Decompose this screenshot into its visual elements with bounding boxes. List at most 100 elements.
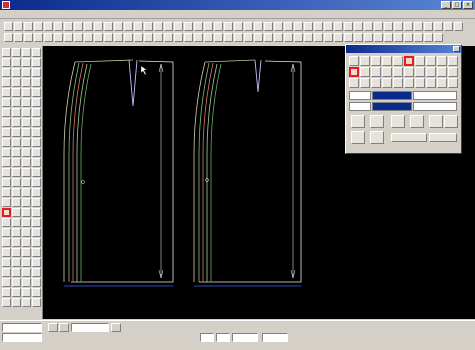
palette-option-4[interactable] xyxy=(370,131,384,144)
tool-icon[interactable] xyxy=(64,33,73,42)
palette-option-7[interactable] xyxy=(429,115,443,128)
tool-icon[interactable] xyxy=(32,158,41,167)
tool-icon[interactable] xyxy=(4,22,13,31)
tool-icon[interactable] xyxy=(393,56,403,66)
tool-icon[interactable] xyxy=(12,268,21,277)
tool-icon[interactable] xyxy=(2,158,11,167)
tool-icon[interactable] xyxy=(22,298,31,307)
pattern-piece-back[interactable] xyxy=(63,59,174,287)
tool-icon[interactable] xyxy=(12,258,21,267)
tool-icon[interactable] xyxy=(234,33,243,42)
tool-icon[interactable] xyxy=(84,33,93,42)
tool-icon[interactable] xyxy=(2,88,11,97)
tool-icon[interactable] xyxy=(344,33,353,42)
tool-icon[interactable] xyxy=(164,22,173,31)
tool-icon[interactable] xyxy=(12,118,21,127)
tool-icon[interactable] xyxy=(32,298,41,307)
tool-icon[interactable] xyxy=(284,22,293,31)
tool-icon[interactable] xyxy=(124,33,133,42)
tool-icon[interactable] xyxy=(24,33,33,42)
tool-icon[interactable] xyxy=(22,188,31,197)
tool-icon[interactable] xyxy=(22,238,31,247)
tool-icon[interactable] xyxy=(424,22,433,31)
tool-icon[interactable] xyxy=(314,22,323,31)
tool-icon[interactable] xyxy=(54,33,63,42)
tool-icon[interactable] xyxy=(437,67,447,77)
tool-icon[interactable] xyxy=(94,33,103,42)
tool-icon[interactable] xyxy=(22,248,31,257)
tool-icon[interactable] xyxy=(354,33,363,42)
select-tool-icon[interactable] xyxy=(2,208,11,217)
tool-icon[interactable] xyxy=(364,33,373,42)
palette-option-6[interactable] xyxy=(410,115,424,128)
tool-icon[interactable] xyxy=(324,22,333,31)
tool-icon[interactable] xyxy=(22,98,31,107)
tool-icon[interactable] xyxy=(2,98,11,107)
tool-icon[interactable] xyxy=(382,67,392,77)
tool-icon[interactable] xyxy=(334,22,343,31)
status-button-2[interactable] xyxy=(59,323,69,332)
tool-icon[interactable] xyxy=(371,78,381,88)
tool-icon[interactable] xyxy=(371,56,381,66)
tool-icon[interactable] xyxy=(32,278,41,287)
tool-icon[interactable] xyxy=(274,33,283,42)
tool-icon[interactable] xyxy=(184,22,193,31)
tool-icon[interactable] xyxy=(2,248,11,257)
tool-icon[interactable] xyxy=(134,22,143,31)
tool-icon[interactable] xyxy=(426,78,436,88)
tool-icon[interactable] xyxy=(32,238,41,247)
tool-icon[interactable] xyxy=(2,138,11,147)
tool-icon[interactable] xyxy=(12,218,21,227)
tool-icon[interactable] xyxy=(12,108,21,117)
tool-icon[interactable] xyxy=(32,68,41,77)
tool-icon[interactable] xyxy=(144,22,153,31)
tool-icon[interactable] xyxy=(32,148,41,157)
tool-icon[interactable] xyxy=(32,218,41,227)
tool-icon[interactable] xyxy=(2,78,11,87)
tool-icon[interactable] xyxy=(264,33,273,42)
tool-icon[interactable] xyxy=(22,268,31,277)
tool-icon[interactable] xyxy=(34,33,43,42)
tool-icon[interactable] xyxy=(2,58,11,67)
pattern-piece-front[interactable] xyxy=(193,59,302,287)
tool-icon[interactable] xyxy=(415,78,425,88)
tool-icon[interactable] xyxy=(32,58,41,67)
tool-icon[interactable] xyxy=(12,228,21,237)
tool-icon[interactable] xyxy=(114,33,123,42)
tool-icon[interactable] xyxy=(12,98,21,107)
tool-icon[interactable] xyxy=(84,22,93,31)
tool-icon[interactable] xyxy=(44,22,53,31)
tool-icon[interactable] xyxy=(349,56,359,66)
tool-icon[interactable] xyxy=(2,68,11,77)
tool-icon[interactable] xyxy=(437,78,447,88)
tool-icon[interactable] xyxy=(174,33,183,42)
tool-icon[interactable] xyxy=(12,128,21,137)
tool-icon[interactable] xyxy=(404,33,413,42)
tool-icon[interactable] xyxy=(360,67,370,77)
tool-icon[interactable] xyxy=(12,68,21,77)
tool-icon[interactable] xyxy=(124,22,133,31)
tool-icon[interactable] xyxy=(22,138,31,147)
tool-icon[interactable] xyxy=(32,188,41,197)
palette-field-6[interactable] xyxy=(413,102,457,111)
tool-icon[interactable] xyxy=(234,22,243,31)
tool-icon[interactable] xyxy=(404,67,414,77)
tool-icon[interactable] xyxy=(424,33,433,42)
tool-icon[interactable] xyxy=(12,278,21,287)
palette-option-8[interactable] xyxy=(444,115,458,128)
palette-field-1[interactable] xyxy=(349,91,371,100)
tool-icon[interactable] xyxy=(304,33,313,42)
tool-icon[interactable] xyxy=(12,158,21,167)
tool-icon[interactable] xyxy=(393,67,403,77)
tool-icon[interactable] xyxy=(2,178,11,187)
tool-icon[interactable] xyxy=(204,33,213,42)
palette-field-4[interactable] xyxy=(349,102,371,111)
tool-icon[interactable] xyxy=(364,22,373,31)
tool-icon[interactable] xyxy=(164,33,173,42)
tool-icon[interactable] xyxy=(74,33,83,42)
tool-icon[interactable] xyxy=(404,78,414,88)
palette-tool-icon[interactable] xyxy=(404,56,414,66)
tool-icon[interactable] xyxy=(22,278,31,287)
tool-icon[interactable] xyxy=(22,108,31,117)
tool-icon[interactable] xyxy=(274,22,283,31)
